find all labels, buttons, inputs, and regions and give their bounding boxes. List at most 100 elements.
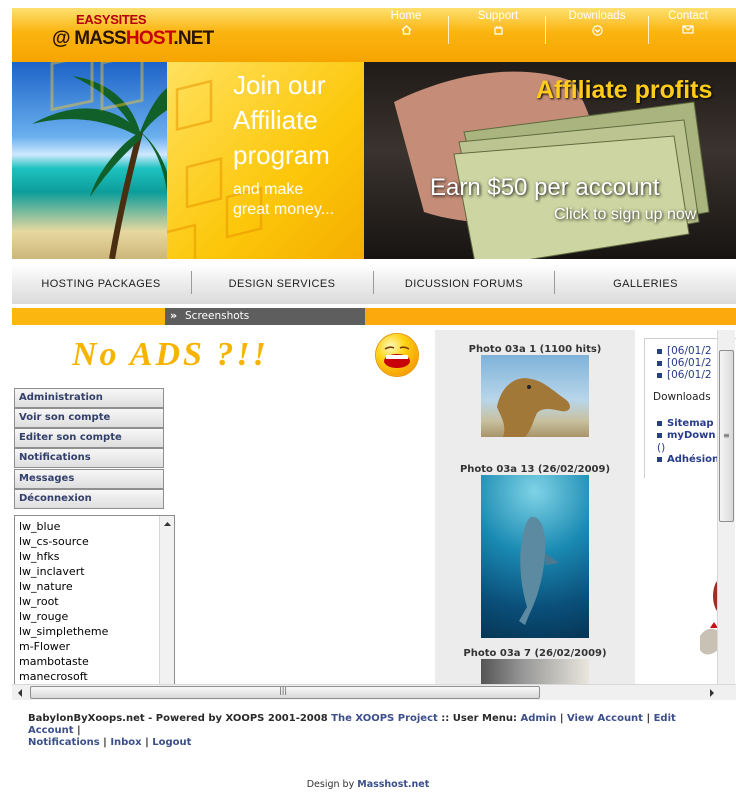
footer-notifications-link[interactable]: Notifications	[28, 737, 100, 748]
nav-home[interactable]: Home	[376, 10, 436, 54]
xoops-project-link[interactable]: The XOOPS Project	[331, 713, 438, 724]
no-ads-text: No ADS ?!!	[72, 336, 269, 373]
logo-net: .NET	[173, 28, 214, 49]
footer-user-menu-label: :: User Menu:	[437, 713, 521, 724]
theme-option[interactable]: lw_cs-source	[19, 535, 89, 548]
theme-option[interactable]: lw_root	[19, 595, 59, 608]
theme-option[interactable]: mambotaste	[19, 655, 89, 668]
scroll-right-icon[interactable]	[706, 686, 718, 700]
smiley-icon	[376, 334, 418, 376]
join-line: Affiliate	[233, 105, 318, 135]
tab-discussion-forums[interactable]: DICUSSION FORUMS	[374, 264, 554, 304]
downloads-link[interactable]: myDown	[657, 430, 715, 441]
tab-hosting-packages[interactable]: HOSTING PACKAGES	[12, 264, 190, 304]
logo-at: @	[52, 28, 71, 49]
logo-brand: @ MASSHOST.NET	[52, 28, 214, 50]
theme-option[interactable]: lw_simpletheme	[19, 625, 108, 638]
downloads-link[interactable]: Adhésion	[657, 454, 719, 465]
affiliate-promo: Join our Affiliate program and make grea…	[167, 62, 364, 259]
nav-divider	[545, 16, 546, 44]
affiliate-banner[interactable]: Join our Affiliate program and make grea…	[12, 62, 736, 259]
scroll-up-icon[interactable]	[160, 518, 175, 530]
tab-galleries[interactable]: GALLERIES	[555, 264, 736, 304]
photo-thumbnail[interactable]	[481, 659, 589, 686]
beach-image	[12, 62, 167, 259]
breadcrumb-label: Screenshots	[185, 310, 250, 322]
menu-messages[interactable]: Messages	[14, 469, 164, 489]
photo-title: Photo 03a 7 (26/02/2009)	[463, 648, 607, 659]
design-credit: Design by Masshost.net	[0, 779, 736, 790]
footer-admin-link[interactable]: Admin	[520, 713, 556, 724]
tab-design-services[interactable]: DESIGN SERVICES	[192, 264, 372, 304]
site-logo[interactable]: EASYSITES @ MASSHOST.NET	[50, 8, 220, 52]
horizontal-scroll-thumb[interactable]: |||	[30, 686, 540, 699]
nav-contact[interactable]: Contact	[660, 10, 716, 54]
design-credit-prefix: Design by	[306, 779, 358, 790]
downloads-link[interactable]: Sitemap	[657, 418, 714, 429]
mail-icon	[660, 25, 716, 37]
theme-option[interactable]: m-Flower	[19, 640, 70, 653]
join-line: program	[233, 140, 330, 170]
footer-powered: - Powered by XOOPS 2001-2008	[144, 713, 332, 724]
vertical-scroll-thumb[interactable]: ≡	[719, 350, 734, 522]
breadcrumb[interactable]: » Screenshots	[165, 308, 365, 325]
logo-tagline: EASYSITES	[76, 12, 147, 27]
content-vertical-scrollbar[interactable]: ≡	[717, 330, 735, 686]
theme-option[interactable]: manecrosoft	[19, 670, 88, 683]
menu-administration[interactable]: Administration	[14, 388, 164, 408]
footer-inbox-link[interactable]: Inbox	[110, 737, 141, 748]
downloads-count: ()	[657, 442, 666, 454]
footer-view-account-link[interactable]: View Account	[567, 713, 643, 724]
menu-logout[interactable]: Déconnexion	[14, 489, 164, 509]
footer-user-menu: BabylonByXoops.net - Powered by XOOPS 20…	[28, 713, 676, 748]
accent-bar	[365, 308, 736, 325]
nav-support-label: Support	[477, 10, 519, 22]
no-ads-graphic: No ADS ?!!	[72, 330, 342, 380]
join-text: Join our Affiliate program	[233, 68, 330, 173]
support-icon	[468, 25, 528, 38]
photo-title: Photo 03a 13 (26/02/2009)	[459, 464, 611, 475]
news-link[interactable]: [06/01/2	[657, 357, 712, 369]
download-icon	[560, 25, 634, 39]
join-line: Join our	[233, 70, 326, 100]
nav-contact-label: Contact	[668, 10, 708, 22]
photo-dolphin[interactable]	[481, 475, 589, 638]
accent-bar	[12, 308, 165, 325]
logo-host: HOST	[125, 28, 174, 49]
footer-site-name: BabylonByXoops.net	[28, 713, 145, 724]
photo-column: Photo 03a 1 (1100 hits) Photo 03a 13 (26…	[435, 330, 635, 686]
money-image: Affiliate profits Earn $50 per account C…	[364, 62, 736, 259]
nav-support[interactable]: Support	[468, 10, 528, 54]
theme-select-list[interactable]: lw_blue lw_cs-source lw_hfks lw_inclaver…	[14, 515, 175, 686]
theme-option[interactable]: lw_inclavert	[19, 565, 85, 578]
nav-home-label: Home	[390, 10, 422, 22]
menu-notifications[interactable]: Notifications	[14, 448, 164, 468]
menu-edit-account[interactable]: Editer son compte	[14, 428, 164, 448]
news-link[interactable]: [06/01/2	[657, 369, 712, 381]
signup-text: Click to sign up now	[554, 206, 697, 223]
photo-title: Photo 03a 1 (1100 hits)	[468, 344, 602, 355]
affiliate-profits-title: Affiliate profits	[536, 76, 713, 104]
money-line: great money...	[233, 201, 335, 218]
menu-view-account[interactable]: Voir son compte	[14, 408, 164, 428]
list-scrollbar[interactable]	[159, 516, 175, 685]
nav-divider	[648, 16, 649, 44]
home-icon	[376, 25, 436, 38]
downloads-block-title: Downloads	[653, 391, 711, 403]
footer-logout-link[interactable]: Logout	[152, 737, 191, 748]
nav-downloads-label: Downloads	[568, 10, 626, 22]
theme-option[interactable]: lw_hfks	[19, 550, 60, 563]
theme-option[interactable]: lw_blue	[19, 520, 60, 533]
earn-text: Earn $50 per account	[430, 174, 660, 201]
news-link[interactable]: [06/01/2	[657, 345, 712, 357]
logo-mass: MASS	[74, 28, 126, 49]
content-area: No ADS ?!! Administration Voir son compt…	[12, 330, 736, 686]
theme-option[interactable]: lw_nature	[19, 580, 73, 593]
breadcrumb-arrow-icon: »	[170, 309, 178, 322]
theme-option[interactable]: lw_rouge	[19, 610, 68, 623]
scroll-left-icon[interactable]	[14, 686, 26, 700]
photo-camel[interactable]	[481, 355, 589, 437]
nav-downloads[interactable]: Downloads	[560, 10, 634, 54]
money-line: and make	[233, 181, 304, 198]
masshost-link[interactable]: Masshost.net	[357, 779, 429, 790]
